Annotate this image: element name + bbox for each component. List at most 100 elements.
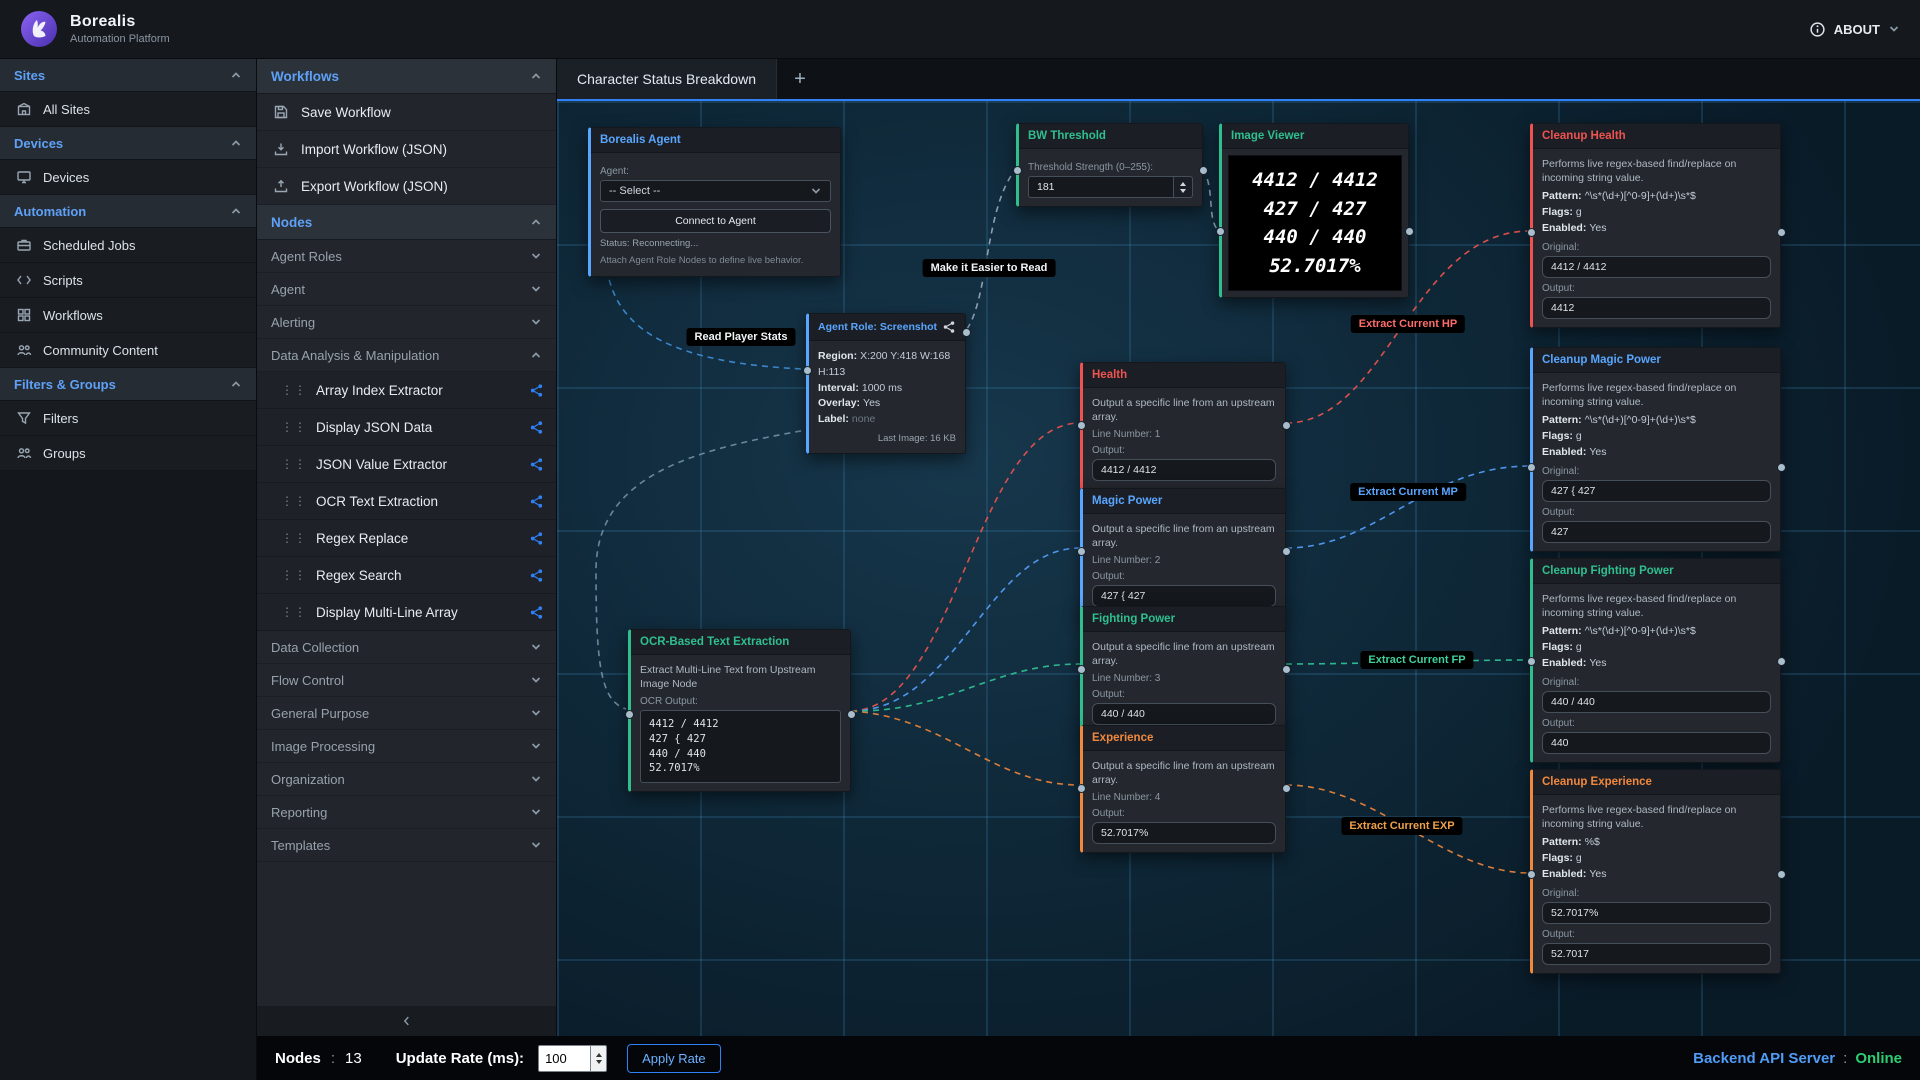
sidebar-section-sites[interactable]: Sites [0, 59, 256, 92]
input-port[interactable] [1527, 870, 1536, 879]
original-field[interactable] [1542, 902, 1771, 924]
node-borealis-agent[interactable]: Borealis Agent Agent: -- Select -- Conne… [588, 127, 841, 277]
category-general-purpose[interactable]: General Purpose [257, 697, 556, 730]
sidebar-section-devices[interactable]: Devices [0, 127, 256, 160]
sidebar-section-filters-groups[interactable]: Filters & Groups [0, 368, 256, 401]
category-data-collection[interactable]: Data Collection [257, 631, 556, 664]
output-port[interactable] [1777, 870, 1786, 879]
category-agent[interactable]: Agent [257, 273, 556, 306]
category-flow-control[interactable]: Flow Control [257, 664, 556, 697]
node-bw-threshold[interactable]: BW Threshold Threshold Strength (0–255): [1016, 123, 1203, 207]
node-image-viewer[interactable]: Image Viewer 4412 / 4412 427 / 427 440 /… [1219, 123, 1409, 298]
category-reporting[interactable]: Reporting [257, 796, 556, 829]
input-port[interactable] [803, 366, 812, 375]
output-port[interactable] [847, 710, 856, 719]
sidebar-item-filters[interactable]: Filters [0, 401, 256, 436]
agent-select[interactable]: -- Select -- [600, 180, 831, 202]
step-up-icon[interactable] [596, 1053, 602, 1057]
node-item-array-index-extractor[interactable]: ⋮⋮ Array Index Extractor [257, 372, 556, 409]
category-data-analysis[interactable]: Data Analysis & Manipulation [257, 339, 556, 372]
category-organization[interactable]: Organization [257, 763, 556, 796]
update-rate-input[interactable] [538, 1045, 590, 1072]
step-down-icon[interactable] [1180, 189, 1186, 193]
original-field[interactable] [1542, 256, 1771, 278]
output-field[interactable] [1092, 585, 1276, 607]
add-tab-button[interactable]: + [777, 59, 823, 99]
output-port[interactable] [1282, 784, 1291, 793]
drag-handle-icon[interactable]: ⋮⋮ [281, 495, 307, 507]
node-item-regex-replace[interactable]: ⋮⋮ Regex Replace [257, 520, 556, 557]
drag-handle-icon[interactable]: ⋮⋮ [281, 532, 307, 544]
node-cleanup-experience[interactable]: Cleanup Experience Performs live regex-b… [1530, 769, 1781, 974]
input-port[interactable] [1527, 657, 1536, 666]
category-agent-roles[interactable]: Agent Roles [257, 240, 556, 273]
node-item-display-json-data[interactable]: ⋮⋮ Display JSON Data [257, 409, 556, 446]
import-workflow-button[interactable]: Import Workflow (JSON) [257, 131, 556, 168]
output-field[interactable] [1092, 459, 1276, 481]
output-port[interactable] [1405, 227, 1414, 236]
drag-handle-icon[interactable]: ⋮⋮ [281, 569, 307, 581]
category-alerting[interactable]: Alerting [257, 306, 556, 339]
output-field[interactable] [1092, 822, 1276, 844]
category-image-processing[interactable]: Image Processing [257, 730, 556, 763]
input-port[interactable] [625, 710, 634, 719]
input-port[interactable] [1527, 463, 1536, 472]
workflows-section-header[interactable]: Workflows [257, 59, 556, 94]
output-port[interactable] [1199, 166, 1208, 175]
input-port[interactable] [1077, 421, 1086, 430]
sidebar-item-community-content[interactable]: Community Content [0, 333, 256, 368]
input-port[interactable] [1077, 665, 1086, 674]
sidebar-item-all-sites[interactable]: All Sites [0, 92, 256, 127]
output-port[interactable] [1777, 463, 1786, 472]
ocr-output-textarea[interactable]: 4412 / 4412 427 { 427 440 / 440 52.7017% [640, 710, 841, 783]
about-button[interactable]: ABOUT [1809, 21, 1900, 38]
drag-handle-icon[interactable]: ⋮⋮ [281, 384, 307, 396]
node-experience[interactable]: Experience Output a specific line from a… [1080, 725, 1286, 853]
input-port[interactable] [1527, 228, 1536, 237]
threshold-stepper[interactable] [1174, 176, 1193, 198]
output-field[interactable] [1542, 297, 1771, 319]
step-down-icon[interactable] [596, 1060, 602, 1064]
output-port[interactable] [1282, 547, 1291, 556]
output-field[interactable] [1092, 703, 1276, 725]
output-port[interactable] [1282, 421, 1291, 430]
input-port[interactable] [1077, 547, 1086, 556]
output-field[interactable] [1542, 943, 1771, 965]
export-workflow-button[interactable]: Export Workflow (JSON) [257, 168, 556, 205]
node-cleanup-magic-power[interactable]: Cleanup Magic Power Performs live regex-… [1530, 347, 1781, 552]
update-rate-stepper[interactable] [590, 1045, 607, 1072]
apply-rate-button[interactable]: Apply Rate [627, 1044, 721, 1073]
original-field[interactable] [1542, 691, 1771, 713]
step-up-icon[interactable] [1180, 182, 1186, 186]
drag-handle-icon[interactable]: ⋮⋮ [281, 421, 307, 433]
tab-character-status-breakdown[interactable]: Character Status Breakdown [557, 59, 777, 99]
category-templates[interactable]: Templates [257, 829, 556, 862]
output-port[interactable] [962, 328, 971, 337]
sidebar-item-workflows[interactable]: Workflows [0, 298, 256, 333]
node-canvas[interactable]: Read Player Stats Make it Easier to Read… [557, 101, 1920, 1036]
node-cleanup-fighting-power[interactable]: Cleanup Fighting Power Performs live reg… [1530, 558, 1781, 763]
output-field[interactable] [1542, 732, 1771, 754]
node-ocr-text-extraction[interactable]: OCR-Based Text Extraction Extract Multi-… [628, 629, 851, 792]
sidebar-item-devices[interactable]: Devices [0, 160, 256, 195]
save-workflow-button[interactable]: Save Workflow [257, 94, 556, 131]
input-port[interactable] [1216, 227, 1225, 236]
share-icon[interactable] [942, 320, 956, 334]
sidebar-section-automation[interactable]: Automation [0, 195, 256, 228]
node-item-display-multiline-array[interactable]: ⋮⋮ Display Multi-Line Array [257, 594, 556, 631]
input-port[interactable] [1013, 166, 1022, 175]
drag-handle-icon[interactable]: ⋮⋮ [281, 458, 307, 470]
node-item-json-value-extractor[interactable]: ⋮⋮ JSON Value Extractor [257, 446, 556, 483]
sidebar-item-scheduled-jobs[interactable]: Scheduled Jobs [0, 228, 256, 263]
sidebar-item-groups[interactable]: Groups [0, 436, 256, 471]
node-fighting-power[interactable]: Fighting Power Output a specific line fr… [1080, 606, 1286, 734]
output-field[interactable] [1542, 521, 1771, 543]
node-item-regex-search[interactable]: ⋮⋮ Regex Search [257, 557, 556, 594]
threshold-input[interactable] [1028, 176, 1174, 198]
node-item-ocr-text-extraction[interactable]: ⋮⋮ OCR Text Extraction [257, 483, 556, 520]
original-field[interactable] [1542, 480, 1771, 502]
nodes-section-header[interactable]: Nodes [257, 205, 556, 240]
node-agent-role-screenshot[interactable]: Agent Role: Screenshot Region:X:200 Y:41… [806, 313, 966, 454]
output-port[interactable] [1282, 665, 1291, 674]
sidebar-item-scripts[interactable]: Scripts [0, 263, 256, 298]
